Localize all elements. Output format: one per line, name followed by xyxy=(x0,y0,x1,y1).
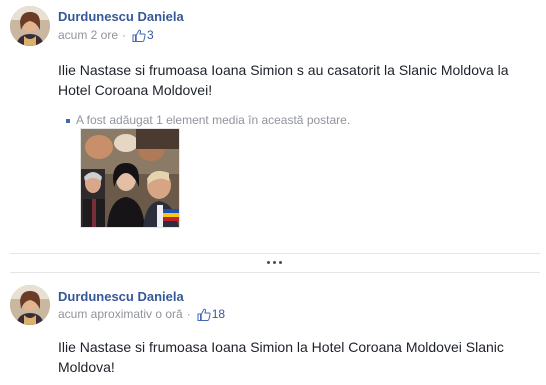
more-dots-icon[interactable] xyxy=(263,256,285,268)
post-timestamp[interactable]: acum aproximativ o oră xyxy=(58,307,183,321)
photo-thumbnail[interactable] xyxy=(80,128,180,228)
post-2: Durdunescu Daniela acum aproximativ o or… xyxy=(0,273,546,385)
post-timestamp[interactable]: acum 2 ore xyxy=(58,28,118,42)
dot-icon xyxy=(272,260,276,264)
like-icon[interactable] xyxy=(197,308,211,321)
like-icon[interactable] xyxy=(132,29,146,42)
divider xyxy=(10,253,540,254)
meta-separator: · xyxy=(186,307,191,321)
author-name[interactable]: Durdunescu Daniela xyxy=(58,9,184,24)
post-text: Ilie Nastase si frumoasa Ioana Simion la… xyxy=(58,339,504,375)
like-count[interactable]: 18 xyxy=(212,307,225,321)
dot-icon xyxy=(266,260,270,264)
meta-separator: · xyxy=(122,28,127,42)
media-note: A fost adăugat 1 element media în aceast… xyxy=(66,113,350,127)
author-avatar[interactable] xyxy=(10,285,50,325)
author-avatar[interactable] xyxy=(10,6,50,46)
like-count[interactable]: 3 xyxy=(147,28,154,42)
bullet-icon xyxy=(66,118,70,123)
dot-icon xyxy=(278,260,282,264)
media-note-text: A fost adăugat 1 element media în aceast… xyxy=(76,113,351,127)
post-meta: acum aproximativ o oră · 18 xyxy=(58,307,225,321)
post-meta: acum 2 ore · 3 xyxy=(58,28,154,42)
author-name[interactable]: Durdunescu Daniela xyxy=(58,289,184,304)
post-text: Ilie Nastase si frumoasa Ioana Simion s … xyxy=(58,62,509,98)
post-1: Durdunescu Daniela acum 2 ore · 3 Ilie N… xyxy=(0,0,546,258)
